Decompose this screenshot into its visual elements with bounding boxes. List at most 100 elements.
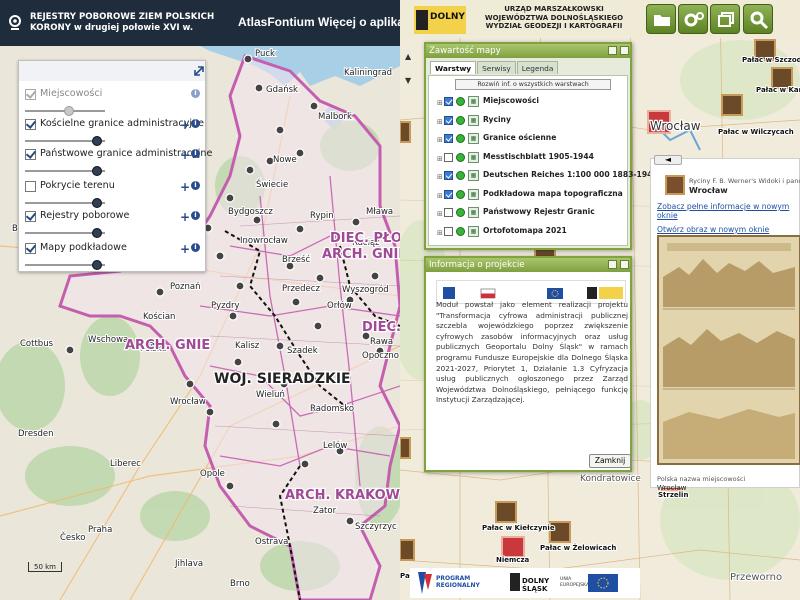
expand-icon[interactable]: + xyxy=(180,180,190,194)
expand-icon[interactable]: ⊞ xyxy=(437,174,443,181)
arrow-down-icon[interactable]: ▼ xyxy=(405,76,415,86)
map-layer-checkbox[interactable] xyxy=(444,115,453,125)
palace-marker[interactable] xyxy=(721,94,743,116)
expand-icon[interactable]: + xyxy=(180,242,190,256)
layer-type-icon[interactable]: ▦ xyxy=(468,96,479,107)
info-icon[interactable]: i xyxy=(191,89,200,98)
palace-marker[interactable] xyxy=(400,539,415,561)
window-title[interactable]: Informacja o projekcie xyxy=(426,258,630,272)
folder-button[interactable] xyxy=(646,4,676,34)
map-label: Jihlava xyxy=(174,559,203,569)
engraving-image[interactable] xyxy=(657,235,800,465)
palace-marker[interactable] xyxy=(400,437,411,459)
map-layer-checkbox[interactable] xyxy=(444,171,453,180)
tab-legend[interactable]: Legenda xyxy=(516,61,559,74)
eu-logo: UNIA EUROPEJSKA xyxy=(560,577,590,588)
tab-services[interactable]: Serwisy xyxy=(477,61,516,74)
map-label: Inowrocław xyxy=(240,236,288,246)
opacity-slider[interactable] xyxy=(25,198,107,208)
layer-checkbox[interactable] xyxy=(25,119,36,130)
expand-icon[interactable]: ⊞ xyxy=(437,137,443,144)
layer-type-icon[interactable]: ▦ xyxy=(468,225,479,237)
map-label: Zator xyxy=(313,506,337,516)
region-label: ARCH. GNIEZN xyxy=(322,247,400,262)
map-label: Mława xyxy=(366,207,393,217)
info-icon[interactable]: i xyxy=(191,119,200,128)
thumbnail-icon xyxy=(665,175,685,195)
minimize-icon[interactable] xyxy=(608,260,617,269)
palace-marker[interactable] xyxy=(771,67,793,89)
layer-type-icon[interactable]: ▦ xyxy=(468,151,479,163)
layer-checkbox[interactable] xyxy=(25,211,36,222)
windows-button[interactable] xyxy=(710,4,740,34)
windows-icon xyxy=(718,12,734,27)
search-button[interactable] xyxy=(743,4,773,34)
info-icon[interactable]: i xyxy=(191,243,200,252)
minimize-icon[interactable] xyxy=(608,46,617,55)
opacity-slider[interactable] xyxy=(25,136,107,146)
opacity-slider[interactable] xyxy=(25,106,107,116)
nav-atlasfontium[interactable]: AtlasFontium xyxy=(238,15,315,29)
layer-type-icon[interactable]: ▦ xyxy=(468,207,479,218)
opacity-slider[interactable] xyxy=(25,228,107,238)
close-icon[interactable] xyxy=(620,46,629,55)
layer-checkbox[interactable] xyxy=(25,89,36,100)
expand-icon[interactable]: ⊞ xyxy=(437,100,443,107)
window-title[interactable]: Zawartość mapy xyxy=(426,44,630,58)
expand-all-button[interactable]: Rozwiń inf. o wszystkich warstwach xyxy=(455,79,611,90)
expand-icon[interactable]: + xyxy=(180,118,190,132)
slider-knob[interactable] xyxy=(92,166,102,176)
expand-icon[interactable]: + xyxy=(180,210,190,224)
info-icon[interactable]: i xyxy=(191,181,200,190)
opacity-slider[interactable] xyxy=(25,260,107,270)
map-layer-checkbox[interactable] xyxy=(444,134,453,143)
expand-icon[interactable]: ⊞ xyxy=(437,229,443,236)
search-icon xyxy=(750,11,769,30)
back-button[interactable]: ◄ xyxy=(654,155,682,165)
layer-label: Mapy podkładowe xyxy=(40,242,127,253)
expand-icon[interactable]: ⊞ xyxy=(437,155,443,162)
expand-icon[interactable]: ⊞ xyxy=(437,192,443,199)
info-icon[interactable]: i xyxy=(191,211,200,220)
city-marker[interactable] xyxy=(501,536,525,558)
layer-type-icon[interactable]: ▦ xyxy=(468,133,479,144)
layer-type-icon[interactable]: ▦ xyxy=(468,170,479,181)
open-image-link[interactable]: Otwórz obraz w nowym oknie xyxy=(657,225,799,234)
map-layer-checkbox[interactable] xyxy=(444,97,453,106)
layer-checkbox[interactable] xyxy=(25,149,36,160)
map-label: Opoczno xyxy=(362,351,399,361)
slider-knob[interactable] xyxy=(92,228,102,238)
map-layer-checkbox[interactable] xyxy=(444,189,453,199)
layer-type-icon[interactable]: ▦ xyxy=(468,114,479,126)
palace-marker[interactable] xyxy=(400,121,411,143)
close-button[interactable]: Zamknij xyxy=(589,454,631,468)
layer-checkbox[interactable] xyxy=(25,181,36,192)
map-layer-checkbox[interactable] xyxy=(444,208,453,217)
settings-button[interactable] xyxy=(678,4,708,34)
close-icon[interactable] xyxy=(620,260,629,269)
left-app: Puck Gdańsk Malbork Kaliningrad Nowe Świ… xyxy=(0,0,400,600)
collapse-icon[interactable] xyxy=(193,65,205,77)
full-info-link[interactable]: Zobacz pełne informacje w nowym oknie xyxy=(657,202,799,220)
slider-knob[interactable] xyxy=(92,136,102,146)
map-layer-checkbox[interactable] xyxy=(444,226,453,236)
slider-knob[interactable] xyxy=(92,260,102,270)
slider-knob[interactable] xyxy=(92,198,102,208)
layer-row: Rejestry poborowe + i xyxy=(25,210,201,245)
palace-marker[interactable] xyxy=(495,501,517,523)
map-label: Pałac w Kamieniu xyxy=(756,86,800,94)
expand-icon[interactable]: ⊞ xyxy=(437,211,443,218)
expand-icon[interactable]: + xyxy=(180,148,190,162)
map-layer-row: ⊞ ▦ Ryciny xyxy=(437,114,617,131)
info-icon[interactable]: i xyxy=(191,149,200,158)
opacity-slider[interactable] xyxy=(25,166,107,176)
nav-more-about-app[interactable]: Więcej o aplikacji xyxy=(318,15,400,29)
layer-type-icon[interactable]: ▦ xyxy=(468,188,479,200)
map-label: Pałac w Szczodrem xyxy=(742,56,800,64)
layer-checkbox[interactable] xyxy=(25,243,36,254)
expand-icon[interactable]: ⊞ xyxy=(437,118,443,125)
slider-knob[interactable] xyxy=(64,106,74,116)
tab-layers[interactable]: Warstwy xyxy=(430,61,477,74)
arrow-up-icon[interactable]: ▲ xyxy=(405,52,415,62)
map-layer-checkbox[interactable] xyxy=(444,152,453,162)
